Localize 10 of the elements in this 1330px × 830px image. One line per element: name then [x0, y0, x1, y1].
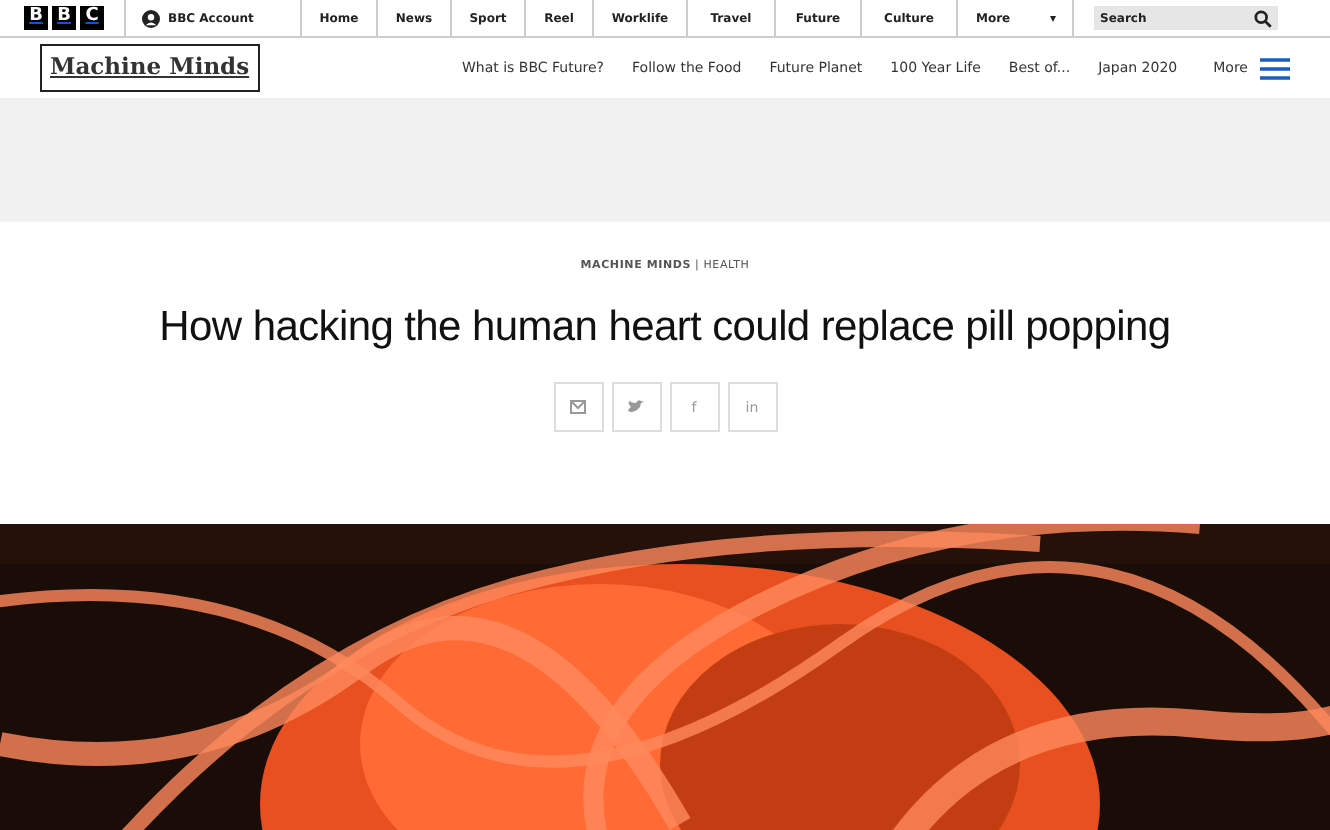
user-icon [142, 9, 160, 27]
menu-icon [1260, 57, 1290, 79]
share-button[interactable] [553, 382, 603, 433]
bird-icon [628, 400, 644, 415]
share-button[interactable] [611, 382, 661, 433]
search-icon[interactable] [1254, 10, 1272, 28]
mail-icon [570, 400, 586, 415]
section-logo[interactable]: Machine Minds [40, 44, 260, 92]
article-title: How hacking the human heart could replace pill popping [157, 302, 1173, 353]
bbc-logo[interactable]: B B C [0, 0, 124, 36]
